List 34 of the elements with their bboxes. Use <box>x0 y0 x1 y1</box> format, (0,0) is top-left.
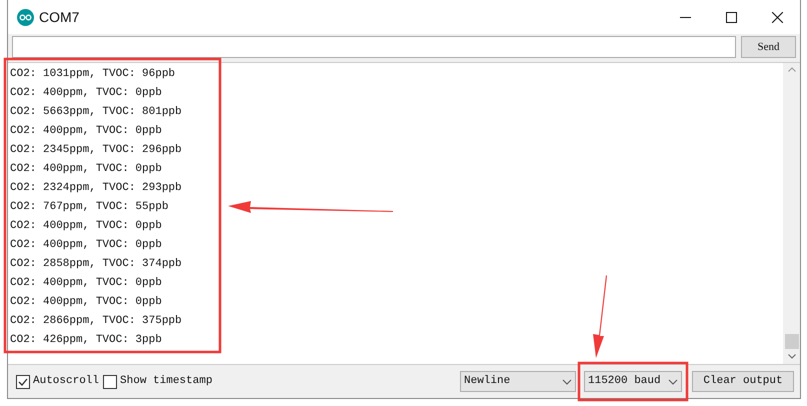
output-line: CO2: 400ppm, TVOC: 0ppb <box>10 219 162 234</box>
output-line: CO2: 426ppm, TVOC: 3ppb <box>10 333 162 348</box>
maximize-icon <box>726 12 736 22</box>
minimize-icon <box>680 16 690 18</box>
output-line: CO2: 400ppm, TVOC: 0ppb <box>10 276 162 291</box>
output-line: CO2: 400ppm, TVOC: 0ppb <box>10 124 162 139</box>
close-icon <box>772 12 782 22</box>
send-input-field[interactable] <box>12 36 736 58</box>
output-line: CO2: 400ppm, TVOC: 0ppb <box>10 86 162 101</box>
output-line: CO2: 2866ppm, TVOC: 375ppb <box>10 314 182 329</box>
check-icon <box>18 378 28 386</box>
window-title: COM7 <box>39 8 80 26</box>
output-line: CO2: 2858ppm, TVOC: 374ppb <box>10 257 182 272</box>
send-button[interactable]: Send <box>741 36 796 58</box>
line-ending-dropdown[interactable]: Newline <box>460 371 576 392</box>
output-line: CO2: 2345ppm, TVOC: 296ppb <box>10 143 182 158</box>
checkbox[interactable] <box>103 374 118 388</box>
baud-rate-dropdown[interactable]: 115200 baud <box>584 371 682 392</box>
output-line: CO2: 400ppm, TVOC: 0ppb <box>10 295 162 310</box>
scroll-down-icon[interactable] <box>788 354 796 359</box>
scroll-thumb[interactable] <box>784 334 798 349</box>
output-line: CO2: 2324ppm, TVOC: 293ppb <box>10 181 182 196</box>
clear-output-button[interactable]: Clear output <box>692 371 794 392</box>
output-line: CO2: 1031ppm, TVOC: 96ppb <box>10 67 176 82</box>
output-line: CO2: 5663ppm, TVOC: 801ppb <box>10 105 182 120</box>
output-line: CO2: 400ppm, TVOC: 0ppb <box>10 238 162 253</box>
output-line: CO2: 400ppm, TVOC: 0ppb <box>10 162 162 177</box>
app-logo-icon <box>17 8 34 26</box>
checkbox-label[interactable]: Show timestamp <box>120 373 212 390</box>
output-line: CO2: 767ppm, TVOC: 55ppb <box>10 200 168 215</box>
checkbox[interactable] <box>16 374 30 388</box>
checkbox-label[interactable]: Autoscroll <box>33 373 100 390</box>
caret-icon <box>562 378 572 384</box>
caret-icon <box>668 378 678 384</box>
